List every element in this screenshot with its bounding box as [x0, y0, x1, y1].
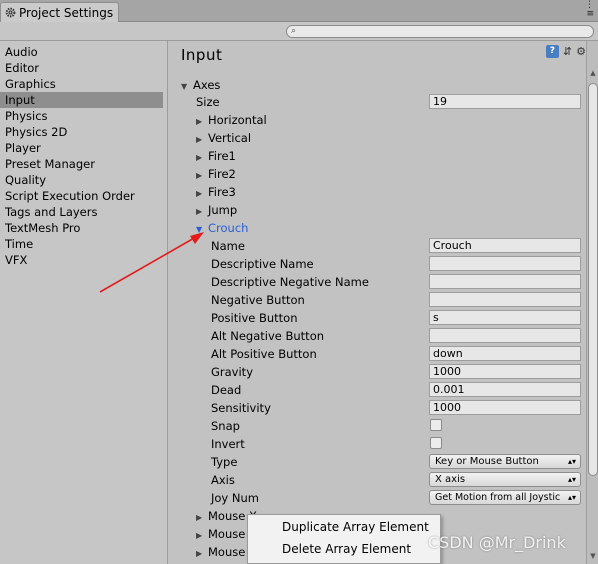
dropdown-arrow-icon: ▴▾: [567, 475, 576, 484]
sidebar-item-time[interactable]: Time: [0, 236, 163, 252]
axes-foldout[interactable]: ▼ Axes: [181, 76, 220, 94]
sensitivity-label: Sensitivity: [211, 401, 271, 415]
negative-button-label: Negative Button: [211, 293, 305, 307]
header-icons: ? ⇵ ⚙: [545, 45, 586, 58]
alt-negative-button-field[interactable]: [429, 328, 581, 343]
tab-project-settings[interactable]: Project Settings: [0, 2, 119, 22]
descriptive-negative-name-field[interactable]: [429, 274, 581, 289]
axis-fire2[interactable]: ▶ Fire2: [196, 165, 236, 183]
alt-positive-button-field[interactable]: down: [429, 346, 581, 361]
name-field[interactable]: Crouch: [429, 238, 581, 253]
search-input[interactable]: ⌕: [286, 25, 594, 38]
sidebar: Audio Editor Graphics Input Physics Phys…: [0, 41, 168, 564]
gravity-field[interactable]: 1000: [429, 364, 581, 379]
scroll-up-icon[interactable]: ▲: [588, 69, 598, 77]
menu-item-duplicate-array-element[interactable]: Duplicate Array Element: [282, 520, 429, 534]
axis-vertical[interactable]: ▶ Vertical: [196, 129, 251, 147]
sidebar-item-quality[interactable]: Quality: [0, 172, 163, 188]
sidebar-item-input[interactable]: Input: [0, 92, 163, 108]
vertical-scrollbar[interactable]: ▲ ▼: [586, 41, 598, 564]
axis-jump[interactable]: ▶ Jump: [196, 201, 237, 219]
gravity-label: Gravity: [211, 365, 254, 379]
inspector-panel: Input ? ⇵ ⚙ ▼ Axes Size 19 ▶ Horizontal ▶ V…: [169, 41, 586, 564]
dropdown-arrow-icon: ▴▾: [567, 493, 576, 502]
search-row: ⌕: [0, 22, 598, 41]
snap-checkbox[interactable]: [430, 419, 442, 431]
scrollbar-thumb[interactable]: [588, 83, 598, 476]
watermark: CSDN @Mr_Drink: [428, 533, 566, 552]
scroll-down-icon[interactable]: ▼: [588, 552, 598, 560]
invert-checkbox[interactable]: [430, 437, 442, 449]
sidebar-item-physics[interactable]: Physics: [0, 108, 163, 124]
positive-button-field[interactable]: s: [429, 310, 581, 325]
axis-horizontal[interactable]: ▶ Horizontal: [196, 111, 267, 129]
axis-label: Axis: [211, 473, 235, 487]
alt-positive-button-label: Alt Positive Button: [211, 347, 317, 361]
axis-mouse-scroll[interactable]: ▶ Mouse: [196, 543, 245, 561]
search-icon: ⌕: [291, 26, 297, 36]
type-label: Type: [211, 455, 238, 469]
sidebar-item-tags-and-layers[interactable]: Tags and Layers: [0, 204, 163, 220]
chevron-down-icon: ▼: [181, 82, 188, 91]
chevron-right-icon: ▶: [196, 549, 203, 558]
negative-button-field[interactable]: [429, 292, 581, 307]
type-dropdown-value: Key or Mouse Button: [435, 456, 539, 467]
joy-num-dropdown-value: Get Motion from all Joystic: [435, 492, 561, 503]
snap-label: Snap: [211, 419, 240, 433]
dead-label: Dead: [211, 383, 242, 397]
invert-label: Invert: [211, 437, 245, 451]
size-field[interactable]: 19: [429, 94, 581, 109]
sensitivity-field[interactable]: 1000: [429, 400, 581, 415]
axis-fire3[interactable]: ▶ Fire3: [196, 183, 236, 201]
joy-num-label: Joy Num: [211, 491, 259, 505]
axis-fire1[interactable]: ▶ Fire1: [196, 147, 236, 165]
sidebar-item-textmesh-pro[interactable]: TextMesh Pro: [0, 220, 163, 236]
descriptive-name-field[interactable]: [429, 256, 581, 271]
type-dropdown[interactable]: Key or Mouse Button ▴▾: [429, 454, 581, 469]
preset-icon[interactable]: ⇵: [563, 45, 572, 58]
window-menu-icon[interactable]: ⋮ ≡: [585, 1, 594, 19]
sidebar-item-editor[interactable]: Editor: [0, 60, 163, 76]
descriptive-negative-name-label: Descriptive Negative Name: [211, 275, 369, 289]
sidebar-item-graphics[interactable]: Graphics: [0, 76, 163, 92]
tab-title: Project Settings: [19, 5, 114, 20]
dropdown-arrow-icon: ▴▾: [567, 457, 576, 466]
name-label: Name: [211, 239, 245, 253]
axis-mouse-y[interactable]: ▶ Mouse: [196, 525, 245, 543]
positive-button-label: Positive Button: [211, 311, 298, 325]
axis-dropdown[interactable]: X axis ▴▾: [429, 472, 581, 487]
sidebar-item-player[interactable]: Player: [0, 140, 163, 156]
page-title: Input: [181, 46, 223, 64]
gear-icon: [5, 7, 16, 18]
joy-num-dropdown[interactable]: Get Motion from all Joystic ▴▾: [429, 490, 581, 505]
sidebar-item-script-execution-order[interactable]: Script Execution Order: [0, 188, 163, 204]
sidebar-item-physics-2d[interactable]: Physics 2D: [0, 124, 163, 140]
size-label: Size: [196, 95, 220, 109]
sidebar-item-preset-manager[interactable]: Preset Manager: [0, 156, 163, 172]
axis-crouch[interactable]: ▼ Crouch: [196, 219, 248, 237]
settings-gear-icon[interactable]: ⚙: [576, 45, 586, 58]
sidebar-item-audio[interactable]: Audio: [0, 44, 163, 60]
descriptive-name-label: Descriptive Name: [211, 257, 314, 271]
axis-dropdown-value: X axis: [435, 474, 466, 485]
chevron-down-icon: ▼: [196, 225, 203, 234]
dead-field[interactable]: 0.001: [429, 382, 581, 397]
alt-negative-button-label: Alt Negative Button: [211, 329, 325, 343]
axes-label: Axes: [193, 78, 221, 92]
menu-item-delete-array-element[interactable]: Delete Array Element: [282, 542, 411, 556]
tab-bar: Project Settings ⋮ ≡: [0, 0, 598, 22]
context-menu: Duplicate Array Element Delete Array Ele…: [247, 514, 441, 564]
help-icon[interactable]: ?: [545, 45, 559, 58]
sidebar-item-vfx[interactable]: VFX: [0, 252, 163, 268]
